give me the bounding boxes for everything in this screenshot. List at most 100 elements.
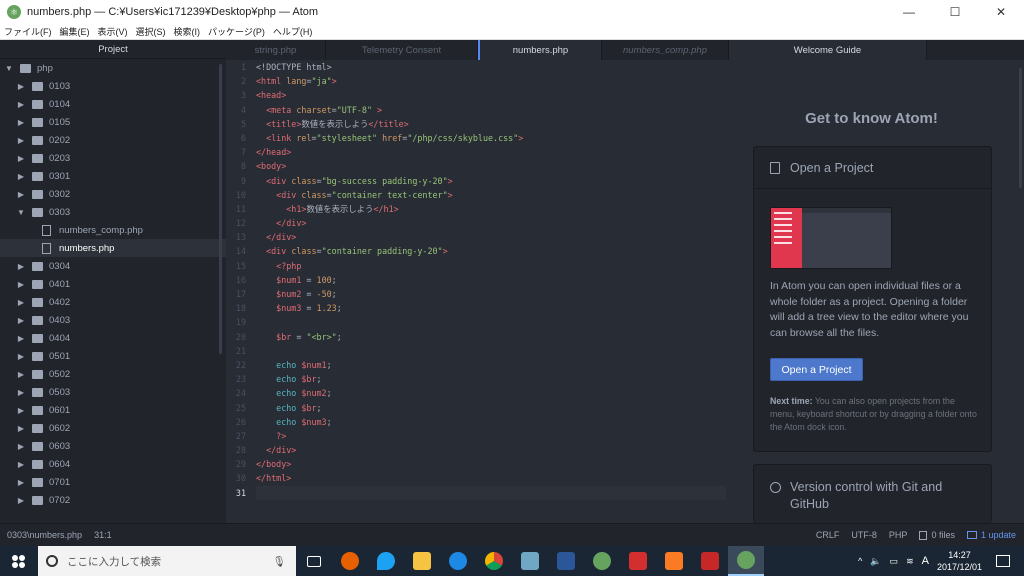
tree-folder-item[interactable]: ▶ 0104 xyxy=(0,95,226,113)
firefox-taskbar-button[interactable] xyxy=(332,546,368,576)
tree-folder-item[interactable]: ▶ 0602 xyxy=(0,419,226,437)
tree-file-item[interactable]: numbers.php xyxy=(0,239,226,257)
tree-folder-item[interactable]: ▶ 0304 xyxy=(0,257,226,275)
version-control-card[interactable]: Version control with Git and GitHub xyxy=(753,464,992,523)
welcome-scrollbar[interactable] xyxy=(1019,68,1022,188)
status-grammar[interactable]: PHP xyxy=(889,530,908,540)
tree-folder-item[interactable]: ▶ 0404 xyxy=(0,329,226,347)
code-lines[interactable]: <!DOCTYPE html> <html lang="ja"> <head> <m… xyxy=(256,60,726,500)
menu-view[interactable]: 表示(V) xyxy=(94,25,132,38)
notification-icon[interactable] xyxy=(996,555,1010,567)
microphone-icon[interactable]: 🎙 xyxy=(273,555,286,568)
tree-folder-item[interactable]: ▶ 0603 xyxy=(0,437,226,455)
code-line[interactable]: <link rel="stylesheet" href="/php/css/sk… xyxy=(256,131,726,145)
tray-chevron-icon[interactable]: ^ xyxy=(858,556,862,566)
code-line[interactable]: <head> xyxy=(256,88,726,102)
explorer-taskbar-button[interactable] xyxy=(404,546,440,576)
tree-folder-item[interactable]: ▶ 0401 xyxy=(0,275,226,293)
tree-folder-item[interactable]: ▶ 0502 xyxy=(0,365,226,383)
code-line[interactable]: $num3 = 1.23; xyxy=(256,301,726,315)
tab-telemetry-consent[interactable]: Telemetry Consent xyxy=(326,40,478,60)
tree-folder-item[interactable]: ▶ 0604 xyxy=(0,455,226,473)
tree-folder-item[interactable]: ▼ 0303 xyxy=(0,203,226,221)
code-line[interactable]: echo $br; xyxy=(256,372,726,386)
open-project-heading-row[interactable]: Open a Project xyxy=(754,147,991,189)
tree-folder-item[interactable]: ▶ 0702 xyxy=(0,491,226,509)
minimize-button[interactable]: — xyxy=(886,0,932,24)
tree-file-item[interactable]: numbers_comp.php xyxy=(0,221,226,239)
project-panel-header[interactable]: Project xyxy=(0,40,226,59)
tree-scrollbar[interactable] xyxy=(219,64,222,354)
tree-folder-item[interactable]: ▶ 0701 xyxy=(0,473,226,491)
code-editor[interactable]: 1 2 3 4 5 6 7 8 9 10 11 12 13 14 15 16 17 18 19 20 21 22 23 24 2… xyxy=(226,60,729,523)
close-button[interactable]: ✕ xyxy=(978,0,1024,24)
tree-folder-item[interactable]: ▶ 0202 xyxy=(0,131,226,149)
speaker-icon[interactable]: 🔈 xyxy=(870,556,881,567)
edge-taskbar-button[interactable] xyxy=(440,546,476,576)
code-line[interactable]: </div> xyxy=(256,230,726,244)
app2-taskbar-button[interactable] xyxy=(620,546,656,576)
status-cursor-position[interactable]: 31:1 xyxy=(94,530,112,540)
status-updates[interactable]: 1 update xyxy=(966,530,1016,540)
status-line-ending[interactable]: CRLF xyxy=(816,530,840,540)
menu-find[interactable]: 検索(I) xyxy=(170,25,205,38)
tree-folder-item[interactable]: ▶ 0103 xyxy=(0,77,226,95)
tree-folder-item[interactable]: ▶ 0503 xyxy=(0,383,226,401)
code-line[interactable]: $br = "<br>"; xyxy=(256,330,726,344)
code-line[interactable]: $num2 = -50; xyxy=(256,287,726,301)
tree-folder-item[interactable]: ▶ 0301 xyxy=(0,167,226,185)
code-line[interactable]: $num1 = 100; xyxy=(256,273,726,287)
code-line[interactable]: <div class="container padding-y-20"> xyxy=(256,244,726,258)
word-taskbar-button[interactable] xyxy=(548,546,584,576)
task-view-button[interactable] xyxy=(296,546,332,576)
code-line[interactable]: <body> xyxy=(256,159,726,173)
tree-folder-item[interactable]: ▶ 0105 xyxy=(0,113,226,131)
code-line[interactable]: </head> xyxy=(256,145,726,159)
code-line[interactable]: echo $num3; xyxy=(256,415,726,429)
ime-indicator[interactable]: A xyxy=(922,555,929,567)
code-line[interactable] xyxy=(256,485,726,500)
xampp-taskbar-button[interactable] xyxy=(656,546,692,576)
menu-help[interactable]: ヘルプ(H) xyxy=(269,25,317,38)
code-line[interactable] xyxy=(256,344,726,358)
tree-folder-item[interactable]: ▶ 0203 xyxy=(0,149,226,167)
status-encoding[interactable]: UTF-8 xyxy=(851,530,877,540)
code-line[interactable]: </div> xyxy=(256,216,726,230)
start-button[interactable] xyxy=(0,546,36,576)
wifi-icon[interactable]: ≋ xyxy=(906,556,914,567)
open-project-button[interactable]: Open a Project xyxy=(770,358,863,381)
code-line[interactable]: echo $br; xyxy=(256,401,726,415)
app-taskbar-button[interactable] xyxy=(512,546,548,576)
menu-file[interactable]: ファイル(F) xyxy=(0,25,56,38)
code-line[interactable]: <h1>数値を表示しよう</h1> xyxy=(256,202,726,216)
code-line[interactable]: <html lang="ja"> xyxy=(256,74,726,88)
taskbar-search-box[interactable]: ここに入力して検索 🎙 xyxy=(38,546,296,576)
menu-edit[interactable]: 編集(E) xyxy=(56,25,94,38)
code-line[interactable]: <title>数値を表示しよう</title> xyxy=(256,117,726,131)
code-line[interactable]: echo $num2; xyxy=(256,386,726,400)
twitter-taskbar-button[interactable] xyxy=(368,546,404,576)
clock[interactable]: 14:27 2017/12/01 xyxy=(937,549,982,573)
code-line[interactable] xyxy=(256,315,726,329)
code-line[interactable]: </html> xyxy=(256,471,726,485)
code-line[interactable]: <?php xyxy=(256,259,726,273)
tab-string-php[interactable]: string.php xyxy=(226,40,326,60)
tree-root[interactable]: ▼ php xyxy=(0,59,226,77)
acrobat-taskbar-button[interactable] xyxy=(692,546,728,576)
tree-folder-item[interactable]: ▶ 0402 xyxy=(0,293,226,311)
tree-folder-item[interactable]: ▶ 0601 xyxy=(0,401,226,419)
code-line[interactable]: <!DOCTYPE html> xyxy=(256,60,726,74)
code-line[interactable]: echo $num1; xyxy=(256,358,726,372)
chrome-taskbar-button[interactable] xyxy=(476,546,512,576)
tree-folder-item[interactable]: ▶ 0302 xyxy=(0,185,226,203)
tab-welcome-guide[interactable]: Welcome Guide xyxy=(729,40,927,60)
status-file-path[interactable]: 0303\numbers.php xyxy=(7,530,82,540)
menu-packages[interactable]: パッケージ(P) xyxy=(204,25,269,38)
code-line[interactable]: <div class="bg-success padding-y-20"> xyxy=(256,174,726,188)
atom-taskbar-button-active[interactable] xyxy=(728,546,764,576)
code-line[interactable]: <meta charset="UTF-8" > xyxy=(256,103,726,117)
code-line[interactable]: </div> xyxy=(256,443,726,457)
battery-icon[interactable]: ▭ xyxy=(890,556,899,567)
tab-numbers-comp-php[interactable]: numbers_comp.php xyxy=(602,40,729,60)
code-line[interactable]: <div class="container text-center"> xyxy=(256,188,726,202)
